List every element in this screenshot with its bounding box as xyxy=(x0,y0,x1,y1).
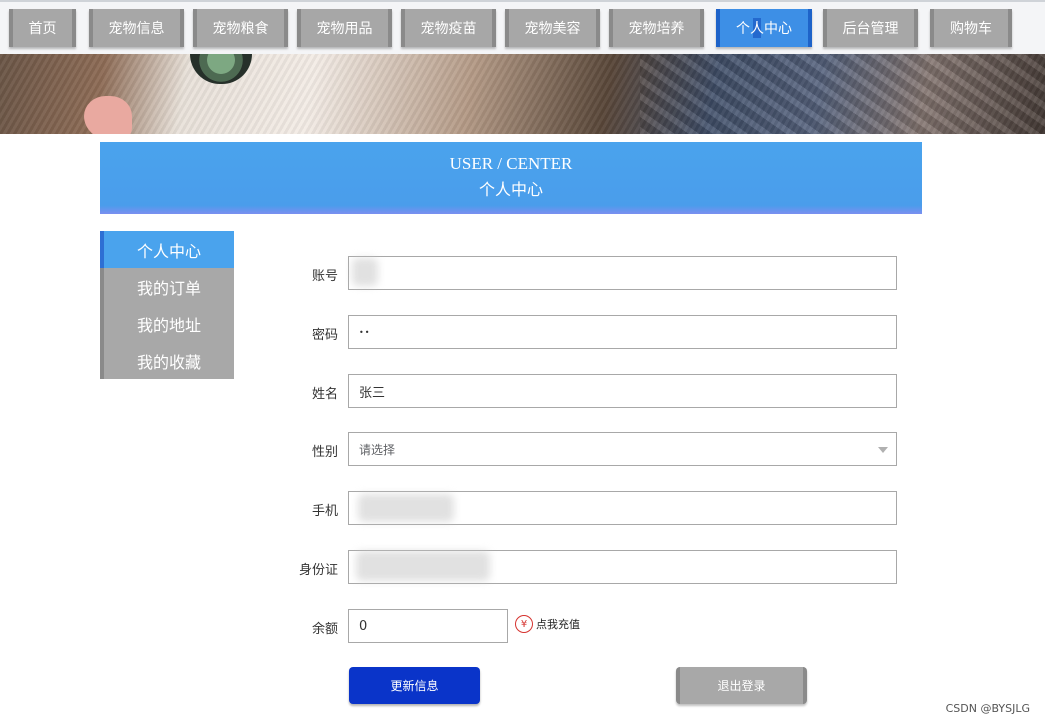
nav-label: 个人中心 xyxy=(736,18,792,38)
nav-pet-grooming[interactable]: 宠物美容 xyxy=(505,9,600,47)
password-label: 密码 xyxy=(311,328,338,343)
account-input[interactable] xyxy=(348,256,897,290)
nav-user-center[interactable]: 个人中心 xyxy=(716,9,812,47)
password-input[interactable]: •• xyxy=(348,315,897,349)
watermark: CSDN @BYSJLG xyxy=(945,702,1030,715)
top-nav: 首页 宠物信息 宠物粮食 宠物用品 宠物疫苗 宠物美容 宠物培养 个人中心 后台… xyxy=(0,0,1045,54)
recharge-link[interactable]: ¥ 点我充值 xyxy=(515,615,580,633)
blanket-texture xyxy=(640,54,1045,134)
nav-label: 宠物用品 xyxy=(316,21,373,37)
update-info-button[interactable]: 更新信息 xyxy=(349,667,480,704)
yen-icon: ¥ xyxy=(515,615,533,633)
redacted-account xyxy=(352,258,378,286)
gender-select[interactable]: 请选择 xyxy=(348,432,897,466)
nav-pet-supplies[interactable]: 宠物用品 xyxy=(297,9,392,47)
redacted-phone xyxy=(358,494,454,522)
nav-pet-food[interactable]: 宠物粮食 xyxy=(193,9,288,47)
balance-label: 余额 xyxy=(311,622,338,637)
nav-label: 后台管理 xyxy=(842,21,899,37)
nav-label: 宠物信息 xyxy=(108,21,165,37)
gender-placeholder: 请选择 xyxy=(359,442,396,457)
idcard-label: 身份证 xyxy=(298,563,338,578)
sidebar-item-my-address[interactable]: 我的地址 xyxy=(100,305,234,342)
account-label: 账号 xyxy=(311,269,338,284)
redacted-idcard xyxy=(356,551,490,581)
password-value: •• xyxy=(359,327,371,337)
banner-image xyxy=(0,54,1045,134)
phone-label: 手机 xyxy=(311,504,338,519)
nav-label: 宠物疫苗 xyxy=(420,21,477,37)
name-label: 姓名 xyxy=(311,387,338,402)
nav-label: 宠物培养 xyxy=(628,21,685,37)
header-title-cn: 个人中心 xyxy=(478,180,543,199)
nav-pet-info[interactable]: 宠物信息 xyxy=(89,9,184,47)
nav-home[interactable]: 首页 xyxy=(9,9,76,47)
user-center-header: USER / CENTER 个人中心 xyxy=(100,142,922,214)
balance-value: 0 xyxy=(359,618,368,634)
balance-input[interactable]: 0 xyxy=(348,609,508,643)
nav-cart[interactable]: 购物车 xyxy=(930,9,1012,47)
nav-pet-vaccine[interactable]: 宠物疫苗 xyxy=(401,9,496,47)
chevron-down-icon xyxy=(878,447,888,453)
nav-pet-training[interactable]: 宠物培养 xyxy=(609,9,704,47)
nav-label: 宠物美容 xyxy=(524,21,581,37)
sidebar-item-my-favorites[interactable]: 我的收藏 xyxy=(100,342,234,379)
recharge-label: 点我充值 xyxy=(536,618,580,631)
header-title-en: USER / CENTER xyxy=(449,154,573,173)
gender-label: 性别 xyxy=(311,445,338,460)
name-input[interactable]: 张三 xyxy=(348,374,897,408)
nav-label: 首页 xyxy=(28,21,57,37)
sidebar-item-user-center[interactable]: 个人中心 xyxy=(100,231,234,268)
nav-admin[interactable]: 后台管理 xyxy=(823,9,918,47)
logout-button[interactable]: 退出登录 xyxy=(676,667,807,704)
nav-label: 购物车 xyxy=(950,21,992,37)
name-value: 张三 xyxy=(359,385,386,401)
cat-nose xyxy=(84,96,132,134)
sidebar-item-my-orders[interactable]: 我的订单 xyxy=(100,268,234,305)
nav-label: 宠物粮食 xyxy=(212,21,269,37)
